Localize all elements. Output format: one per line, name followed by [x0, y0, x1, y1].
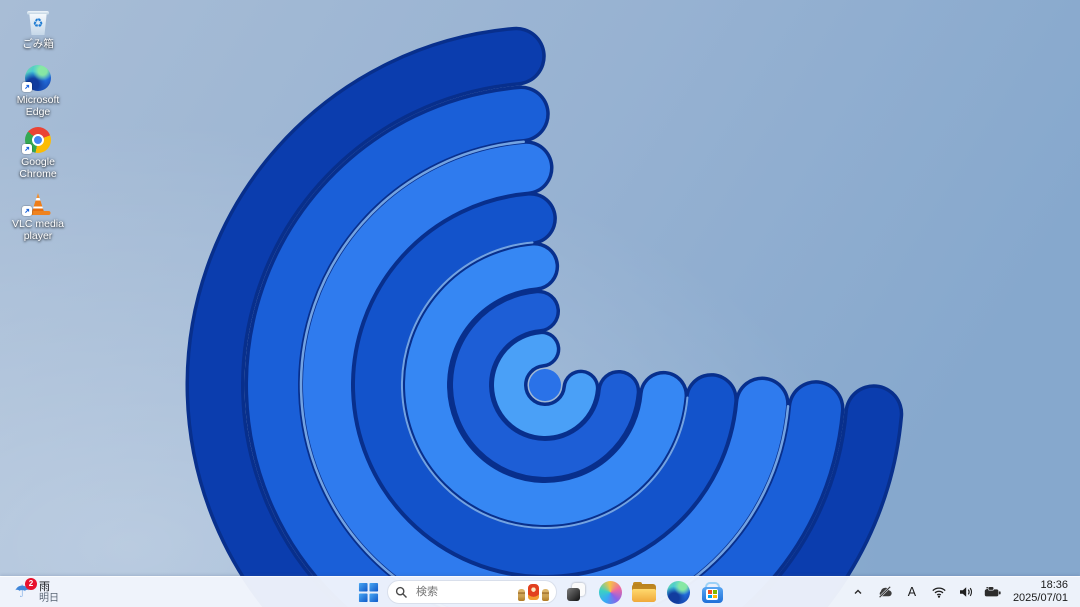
edge-button[interactable]: [663, 579, 693, 605]
desktop-icon-recycle-bin[interactable]: ♻ ごみ箱: [2, 4, 74, 50]
desktop-icon-label: Google Chrome: [19, 156, 57, 180]
weather-forecast-label: 明日: [39, 592, 59, 604]
store-bag-icon: [701, 581, 724, 604]
onedrive-status-button[interactable]: [876, 581, 894, 603]
microsoft-store-button[interactable]: [697, 579, 727, 605]
chrome-icon: [22, 125, 53, 154]
copilot-button[interactable]: [595, 579, 625, 605]
volume-button[interactable]: [957, 581, 975, 603]
search-input[interactable]: [414, 585, 512, 599]
search-icon: [395, 586, 407, 598]
desktop-icon-label: ごみ箱: [22, 38, 54, 50]
start-button[interactable]: [353, 579, 383, 605]
desktop-icon-label: VLC media player: [12, 218, 64, 242]
recycle-bin-icon: ♻: [23, 7, 53, 35]
shortcut-arrow-icon: [22, 206, 32, 216]
taskbar-center: [353, 577, 727, 607]
weather-condition: 雨: [39, 580, 50, 593]
file-explorer-button[interactable]: [629, 579, 659, 605]
clock-time: 18:36: [1040, 579, 1068, 591]
cloud-slash-icon: [878, 586, 892, 598]
edge-icon: [666, 580, 690, 604]
shortcut-arrow-icon: [22, 82, 32, 92]
hidden-icons-button[interactable]: [849, 581, 867, 603]
recycle-symbol-icon: ♻: [32, 16, 44, 30]
taskbar: ☂ 2 雨 明日 検索 A 18:36 2025/07/01: [0, 576, 1080, 607]
wallpaper-bloom: [0, 0, 1080, 607]
ime-mode-indicator: A: [907, 585, 917, 599]
ime-mode-button[interactable]: A: [903, 581, 921, 603]
clock-date: 2025/07/01: [1012, 592, 1068, 604]
desktop-icon-microsoft-edge[interactable]: Microsoft Edge: [2, 60, 74, 118]
copilot-icon: [598, 580, 622, 604]
windows-logo-icon: [358, 582, 378, 602]
edge-icon: [22, 63, 53, 92]
desktop-icon-label: Microsoft Edge: [16, 94, 60, 118]
task-view-button[interactable]: [561, 579, 591, 605]
wifi-button[interactable]: [930, 581, 948, 603]
battery-button[interactable]: [984, 581, 1002, 603]
task-view-icon: [565, 581, 587, 603]
notification-badge: 2: [25, 578, 37, 590]
battery-charging-icon: [984, 586, 1001, 597]
clock[interactable]: 18:36 2025/07/01: [1011, 578, 1070, 606]
speaker-icon: [959, 587, 972, 597]
folder-icon: [632, 582, 656, 602]
taskbar-search-box[interactable]: [387, 580, 557, 604]
wifi-icon: [932, 587, 946, 598]
desktop-icon-vlc[interactable]: VLC media player: [2, 184, 74, 242]
system-tray: A 18:36 2025/07/01: [849, 577, 1080, 607]
widgets-weather-button[interactable]: ☂ 2 雨 明日: [0, 577, 71, 607]
chevron-up-icon: [854, 589, 862, 594]
shortcut-arrow-icon: [22, 144, 32, 154]
desktop-icon-google-chrome[interactable]: Google Chrome: [2, 122, 74, 180]
vlc-cone-icon: [22, 187, 53, 216]
search-highlight-image[interactable]: [518, 583, 549, 601]
